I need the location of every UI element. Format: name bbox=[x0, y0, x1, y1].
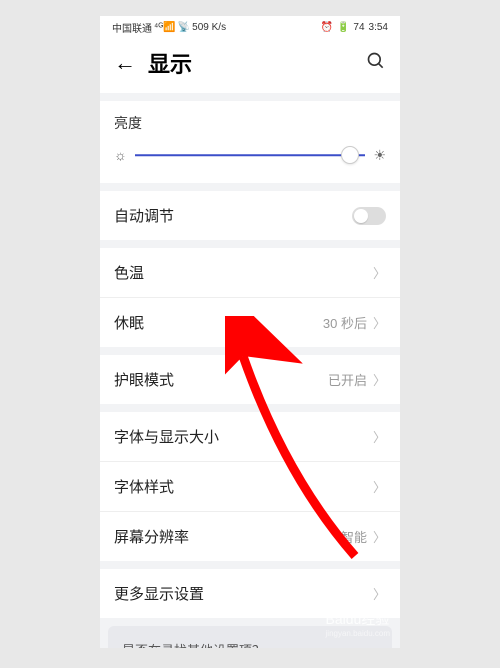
brightness-section: 亮度 ☼ ☀ bbox=[100, 101, 400, 183]
alarm-icon: ⏰ bbox=[321, 22, 333, 33]
chevron-right-icon: 〉 bbox=[373, 313, 386, 332]
auto-adjust-toggle[interactable] bbox=[352, 207, 386, 225]
brightness-label: 亮度 bbox=[114, 113, 386, 133]
brightness-slider[interactable] bbox=[135, 145, 366, 165]
auto-adjust-section: 自动调节 bbox=[100, 191, 400, 240]
item-resolution[interactable]: 屏幕分辨率 智能〉 bbox=[100, 512, 400, 561]
brightness-high-icon: ☀ bbox=[373, 147, 386, 164]
group-eye: 护眼模式 已开启〉 bbox=[100, 355, 400, 404]
chevron-right-icon: 〉 bbox=[373, 584, 386, 603]
carrier-label: 中国联通 bbox=[112, 20, 152, 35]
chevron-right-icon: 〉 bbox=[373, 263, 386, 282]
tip-question: 是否在寻找其他设置项？ bbox=[122, 640, 378, 648]
chevron-right-icon: 〉 bbox=[373, 427, 386, 446]
signal-icon: ⁴ᴳ📶 bbox=[154, 22, 176, 33]
battery-pct: 74 bbox=[353, 22, 364, 33]
chevron-right-icon: 〉 bbox=[373, 370, 386, 389]
brightness-low-icon: ☼ bbox=[114, 147, 127, 163]
back-icon[interactable]: ← bbox=[114, 52, 136, 74]
wifi-icon: 📡 bbox=[178, 22, 190, 33]
group-font-resolution: 字体与显示大小 〉 字体样式 〉 屏幕分辨率 智能〉 bbox=[100, 412, 400, 561]
clock-time: 3:54 bbox=[369, 22, 388, 33]
group-color-sleep: 色温 〉 休眠 30 秒后〉 bbox=[100, 248, 400, 347]
page-title: 显示 bbox=[148, 47, 366, 79]
search-icon[interactable] bbox=[366, 51, 386, 76]
item-font-display-size[interactable]: 字体与显示大小 〉 bbox=[100, 412, 400, 462]
battery-icon: 🔋 bbox=[337, 22, 349, 33]
phone-frame: 中国联通 ⁴ᴳ📶 📡 509 K/s ⏰ 🔋 74 3:54 ← 显示 亮度 ☼… bbox=[100, 16, 400, 648]
net-speed: 509 K/s bbox=[192, 22, 226, 33]
status-bar: 中国联通 ⁴ᴳ📶 📡 509 K/s ⏰ 🔋 74 3:54 bbox=[100, 16, 400, 37]
watermark: Baidu经验 jingyan.baidu.com bbox=[326, 609, 390, 638]
item-font-style[interactable]: 字体样式 〉 bbox=[100, 462, 400, 512]
auto-adjust-row[interactable]: 自动调节 bbox=[100, 191, 400, 240]
auto-adjust-label: 自动调节 bbox=[114, 205, 174, 226]
item-color-temp[interactable]: 色温 〉 bbox=[100, 248, 400, 298]
item-sleep[interactable]: 休眠 30 秒后〉 bbox=[100, 298, 400, 347]
header: ← 显示 bbox=[100, 37, 400, 93]
chevron-right-icon: 〉 bbox=[373, 527, 386, 546]
chevron-right-icon: 〉 bbox=[373, 477, 386, 496]
item-eye-protect[interactable]: 护眼模式 已开启〉 bbox=[100, 355, 400, 404]
